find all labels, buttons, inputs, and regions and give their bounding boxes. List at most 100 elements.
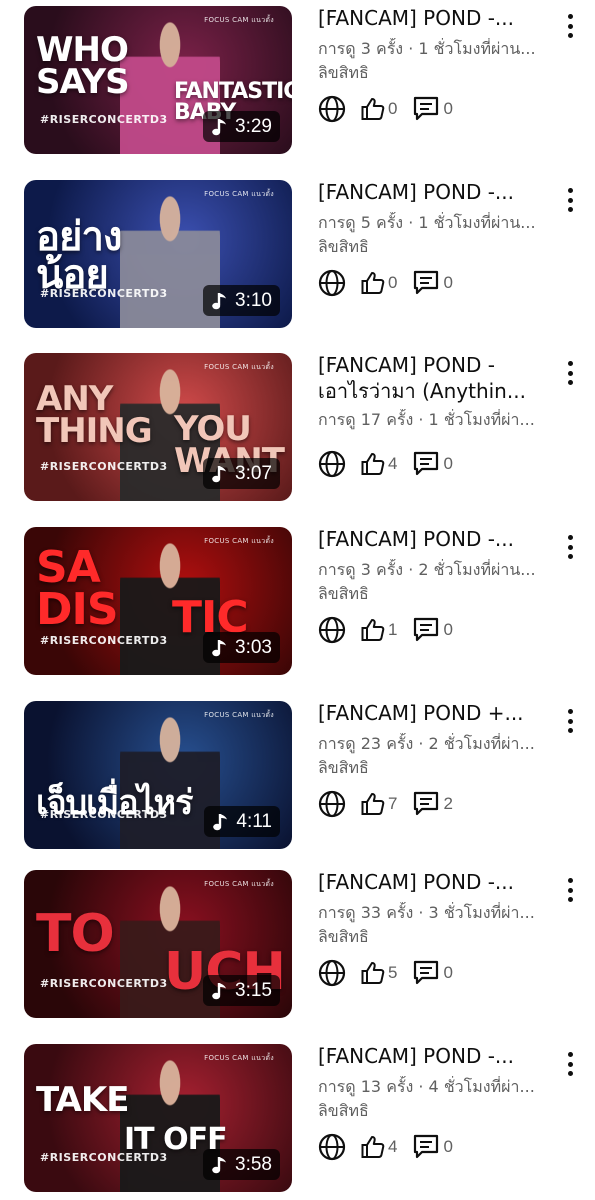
thumbnail-top-label: FOCUS CAM แนวตั้ง — [204, 190, 274, 198]
video-row[interactable]: FOCUS CAM แนวตั้ง WHO SAYS FANTASTIC BAB… — [0, 6, 595, 156]
like-button[interactable]: 0 — [360, 96, 397, 122]
video-status: ลิขสิทธิ — [318, 927, 369, 946]
comment-button[interactable]: 0 — [411, 95, 453, 123]
duration-text: 3:15 — [235, 979, 272, 1001]
video-title[interactable]: [FANCAM] POND -... — [318, 869, 546, 895]
globe-icon — [318, 959, 346, 987]
comment-count: 0 — [443, 99, 453, 118]
more-options-button[interactable] — [560, 876, 580, 904]
duration-badge: 3:03 — [203, 632, 280, 663]
more-options-button[interactable] — [560, 707, 580, 735]
globe-icon — [318, 790, 346, 818]
comment-count: 0 — [443, 963, 453, 982]
music-note-icon — [211, 117, 229, 137]
video-thumbnail[interactable]: FOCUS CAM แนวตั้ง SA DIS TIC #RISERCONCE… — [24, 527, 292, 675]
comment-button[interactable]: 0 — [411, 616, 453, 644]
more-vertical-icon — [567, 878, 573, 883]
visibility-button[interactable] — [318, 616, 346, 644]
like-button[interactable]: 1 — [360, 617, 397, 643]
duration-badge: 4:11 — [204, 806, 280, 837]
like-count: 5 — [388, 963, 398, 982]
duration-text: 3:10 — [235, 289, 272, 311]
like-button[interactable]: 7 — [360, 791, 397, 817]
duration-text: 4:11 — [236, 810, 272, 832]
duration-text: 3:29 — [235, 115, 272, 137]
comment-icon — [411, 450, 441, 478]
thumbnail-hashtag: #RISERCONCERTD3 — [40, 1151, 168, 1164]
globe-icon — [318, 450, 346, 478]
thumbnail-hashtag: #RISERCONCERTD3 — [40, 634, 168, 647]
video-thumbnail[interactable]: FOCUS CAM แนวตั้ง อย่าง น้อย #RISERCONCE… — [24, 180, 292, 328]
thumbs-up-icon — [360, 791, 386, 817]
music-note-icon — [211, 1155, 229, 1175]
thumbs-up-icon — [360, 451, 386, 477]
comment-button[interactable]: 0 — [411, 1133, 453, 1161]
more-vertical-icon — [567, 709, 573, 714]
more-vertical-icon — [567, 188, 573, 193]
thumbnail-top-label: FOCUS CAM แนวตั้ง — [204, 1054, 274, 1062]
video-row[interactable]: FOCUS CAM แนวตั้ง อย่าง น้อย #RISERCONCE… — [0, 180, 595, 330]
video-title[interactable]: [FANCAM] POND -... — [318, 5, 546, 31]
video-row[interactable]: FOCUS CAM แนวตั้ง ANY THING YOU WANT #RI… — [0, 353, 595, 503]
more-options-button[interactable] — [560, 12, 580, 40]
video-views-time: การดู 3 ครั้ง · 2 ชั่วโมงที่ผ่าน... — [318, 560, 536, 579]
video-status: ลิขสิทธิ — [318, 584, 369, 603]
video-title[interactable]: [FANCAM] POND -... — [318, 526, 546, 552]
more-options-button[interactable] — [560, 1050, 580, 1078]
video-row[interactable]: FOCUS CAM แนวตั้ง SA DIS TIC #RISERCONCE… — [0, 527, 595, 677]
visibility-button[interactable] — [318, 959, 346, 987]
music-note-icon — [211, 291, 229, 311]
video-status: ลิขสิทธิ — [318, 758, 369, 777]
comment-button[interactable]: 0 — [411, 269, 453, 297]
visibility-button[interactable] — [318, 269, 346, 297]
visibility-button[interactable] — [318, 790, 346, 818]
thumbnail-hashtag: #RISERCONCERTD3 — [40, 287, 168, 300]
video-actions: 4 0 — [318, 1132, 467, 1162]
more-vertical-icon — [567, 535, 573, 540]
video-title[interactable]: [FANCAM] POND +... — [318, 700, 546, 726]
video-title[interactable]: [FANCAM] POND -... — [318, 1043, 546, 1069]
more-options-button[interactable] — [560, 533, 580, 561]
more-vertical-icon — [567, 1052, 573, 1057]
globe-icon — [318, 1133, 346, 1161]
comment-count: 2 — [443, 794, 453, 813]
like-button[interactable]: 0 — [360, 270, 397, 296]
more-options-button[interactable] — [560, 186, 580, 214]
more-options-button[interactable] — [560, 359, 580, 387]
video-thumbnail[interactable]: FOCUS CAM แนวตั้ง ANY THING YOU WANT #RI… — [24, 353, 292, 501]
music-note-icon — [211, 638, 229, 658]
video-thumbnail[interactable]: FOCUS CAM แนวตั้ง TAKE IT OFF #RISERCONC… — [24, 1044, 292, 1192]
visibility-button[interactable] — [318, 95, 346, 123]
video-row[interactable]: FOCUS CAM แนวตั้ง TO UCH #RISERCONCERTD3… — [0, 870, 595, 1020]
comment-button[interactable]: 2 — [411, 790, 453, 818]
video-thumbnail[interactable]: FOCUS CAM แนวตั้ง TO UCH #RISERCONCERTD3… — [24, 870, 292, 1018]
like-button[interactable]: 4 — [360, 1134, 397, 1160]
visibility-button[interactable] — [318, 450, 346, 478]
comment-button[interactable]: 0 — [411, 959, 453, 987]
more-vertical-icon — [567, 361, 573, 366]
video-title[interactable]: [FANCAM] POND -... — [318, 179, 546, 205]
duration-text: 3:07 — [235, 462, 272, 484]
video-thumbnail[interactable]: FOCUS CAM แนวตั้ง WHO SAYS FANTASTIC BAB… — [24, 6, 292, 154]
video-row[interactable]: FOCUS CAM แนวตั้ง เจ็บเมื่อไหร่ #RISERCO… — [0, 701, 595, 851]
video-actions: 7 2 — [318, 789, 467, 819]
visibility-button[interactable] — [318, 1133, 346, 1161]
duration-badge: 3:15 — [203, 975, 280, 1006]
video-row[interactable]: FOCUS CAM แนวตั้ง TAKE IT OFF #RISERCONC… — [0, 1044, 595, 1194]
video-thumbnail[interactable]: FOCUS CAM แนวตั้ง เจ็บเมื่อไหร่ #RISERCO… — [24, 701, 292, 849]
like-count: 0 — [388, 273, 398, 292]
thumbnail-title-text: TO — [36, 904, 115, 964]
comment-button[interactable]: 0 — [411, 450, 453, 478]
video-title[interactable]: [FANCAM] POND - — [318, 352, 546, 378]
video-title-line2[interactable]: เอาไรว่ามา (Anythin... — [318, 378, 546, 404]
thumbs-up-icon — [360, 617, 386, 643]
comment-icon — [411, 959, 441, 987]
like-button[interactable]: 4 — [360, 451, 397, 477]
like-count: 0 — [388, 99, 398, 118]
thumbs-up-icon — [360, 1134, 386, 1160]
video-status: ลิขสิทธิ — [318, 237, 369, 256]
comment-icon — [411, 95, 441, 123]
video-actions: 4 0 — [318, 449, 467, 479]
like-button[interactable]: 5 — [360, 960, 397, 986]
thumbnail-title-text: ANY THING — [36, 379, 153, 452]
